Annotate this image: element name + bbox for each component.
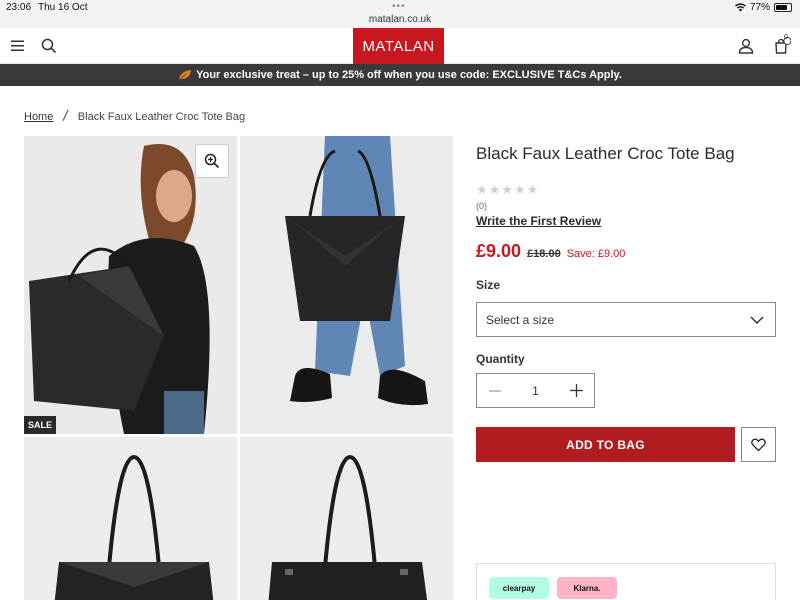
bag-held-image xyxy=(240,136,453,434)
status-date: Thu 16 Oct xyxy=(38,2,88,13)
bag-back-image xyxy=(240,437,453,600)
tab-dots-icon[interactable]: ••• xyxy=(392,1,406,12)
size-select[interactable]: Select a size xyxy=(476,302,776,337)
promo-text: Your exclusive treat – up to 25% off whe… xyxy=(196,69,622,81)
quantity-stepper: 1 xyxy=(476,373,595,408)
wishlist-button[interactable] xyxy=(741,427,776,462)
basket-icon[interactable]: 0 xyxy=(773,34,791,55)
promo-banner[interactable]: Your exclusive treat – up to 25% off whe… xyxy=(0,64,800,86)
bag-front-image xyxy=(24,437,237,600)
zoom-button[interactable] xyxy=(195,144,229,178)
star-icon: ★ xyxy=(513,182,526,197)
star-icon: ★ xyxy=(501,182,513,197)
breadcrumb: Home / Black Faux Leather Croc Tote Bag xyxy=(24,108,245,126)
sale-badge: SALE xyxy=(24,416,57,434)
star-icon: ★ xyxy=(526,182,539,197)
clearpay-label: clearpay xyxy=(502,583,536,593)
status-bar: 23:06 Thu 16 Oct ••• matalan.co.uk 77% xyxy=(0,0,800,28)
status-time: 23:06 xyxy=(6,2,32,13)
add-to-bag-button[interactable]: ADD TO BAG xyxy=(476,427,735,462)
product-title: Black Faux Leather Croc Tote Bag xyxy=(476,144,735,163)
product-image-4[interactable] xyxy=(240,437,453,600)
product-image-3[interactable] xyxy=(24,437,237,600)
klarna-badge[interactable]: Klarna. xyxy=(557,577,617,599)
search-icon[interactable] xyxy=(40,37,58,55)
price-row: £9.00 £18.00 Save: £9.00 xyxy=(476,241,625,262)
write-review-link[interactable]: Write the First Review xyxy=(476,214,601,228)
basket-count: 0 xyxy=(784,34,788,41)
quantity-label: Quantity xyxy=(476,352,525,366)
battery-icon xyxy=(774,3,792,12)
size-select-value: Select a size xyxy=(486,312,555,327)
quantity-value[interactable]: 1 xyxy=(513,384,558,398)
current-price: £9.00 xyxy=(476,241,522,261)
klarna-label: Klarna. xyxy=(573,583,601,593)
quantity-increase-button[interactable] xyxy=(558,374,594,407)
product-image-2[interactable] xyxy=(240,136,453,434)
clearpay-badge[interactable]: clearpay xyxy=(489,577,549,599)
account-icon[interactable] xyxy=(737,37,755,55)
menu-icon[interactable] xyxy=(9,37,27,55)
payment-options-box: clearpay Klarna. xyxy=(476,563,776,600)
star-icon: ★ xyxy=(488,182,501,197)
heart-icon xyxy=(751,438,766,451)
leaf-icon xyxy=(178,70,192,81)
zoom-in-icon xyxy=(204,153,220,169)
breadcrumb-home[interactable]: Home xyxy=(24,111,53,123)
address-bar-url[interactable]: matalan.co.uk xyxy=(0,14,800,25)
breadcrumb-current: Black Faux Leather Croc Tote Bag xyxy=(77,111,246,123)
quantity-decrease-button[interactable] xyxy=(477,374,513,407)
chevron-down-icon xyxy=(750,316,764,325)
minus-icon xyxy=(489,389,501,392)
breadcrumb-separator: / xyxy=(61,107,70,126)
battery-percent: 77% xyxy=(749,2,770,13)
wifi-icon xyxy=(734,3,746,12)
matalan-logo[interactable]: MATALAN xyxy=(353,28,444,64)
original-price: £18.00 xyxy=(527,248,561,260)
review-count: (0) xyxy=(476,201,487,211)
star-icon: ★ xyxy=(476,182,488,197)
model-with-bag-image xyxy=(24,136,237,434)
plus-icon xyxy=(569,384,583,397)
product-image-1[interactable]: SALE xyxy=(24,136,237,434)
size-label: Size xyxy=(476,278,501,292)
rating-stars[interactable]: ★ ★ ★ ★ ★ xyxy=(476,182,538,198)
saving-text: Save: £9.00 xyxy=(566,248,626,260)
